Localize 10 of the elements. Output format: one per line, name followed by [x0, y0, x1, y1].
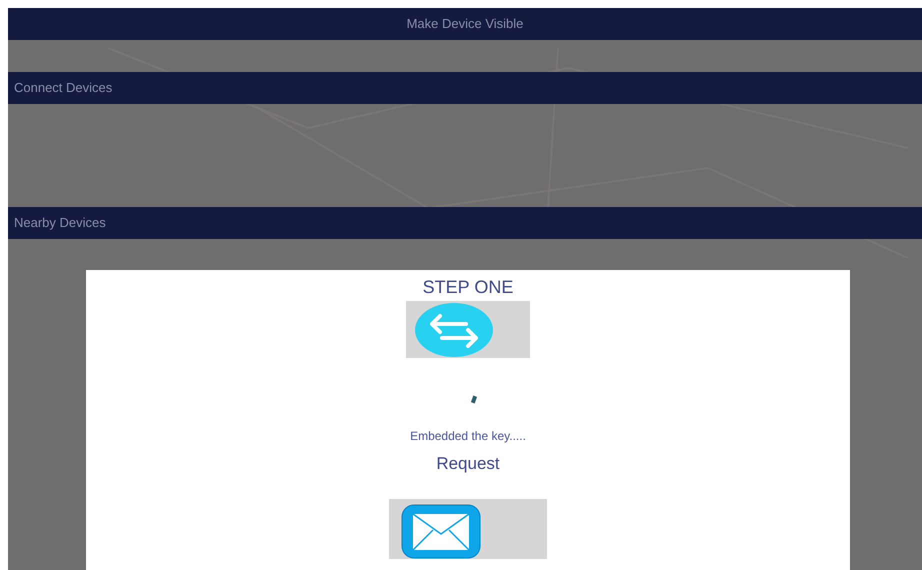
status-text: Embedded the key..... [410, 428, 526, 445]
envelope-icon [401, 504, 481, 558]
section-header: Make Device Visible [8, 8, 922, 40]
dialog-title: STEP ONE [422, 276, 514, 298]
arrows-icon [414, 302, 494, 358]
mail-image[interactable] [389, 498, 547, 558]
request-button[interactable]: Request [436, 451, 500, 476]
spinner-icon [470, 396, 478, 404]
section-header: Connect Devices [8, 72, 922, 104]
section-header: Nearby Devices [8, 207, 922, 239]
